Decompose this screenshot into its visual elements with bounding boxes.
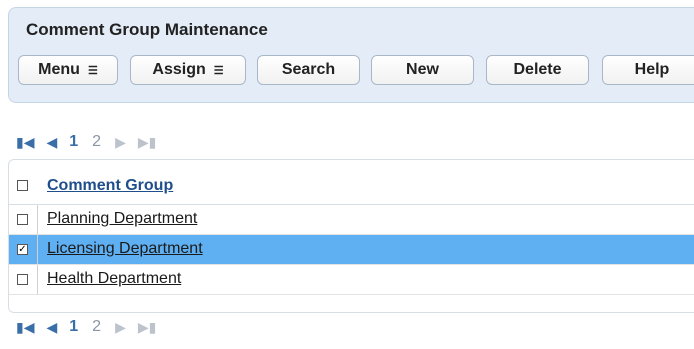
- new-button[interactable]: New: [371, 55, 474, 85]
- row-checkbox-checked[interactable]: ✓: [17, 244, 28, 255]
- column-divider: [37, 235, 38, 264]
- last-page-icon[interactable]: ▶▮: [138, 319, 156, 336]
- pager-top: ▮◀ ◀ 1 2 ▶ ▶▮: [16, 132, 168, 152]
- page-link-2[interactable]: 2: [92, 133, 101, 151]
- dropdown-icon: ☰: [87, 65, 98, 77]
- column-divider: [37, 205, 38, 234]
- assign-button[interactable]: Assign ☰: [130, 55, 246, 85]
- current-page: 1: [69, 318, 79, 335]
- table-row-selected[interactable]: ✓ Licensing Department: [9, 235, 694, 265]
- dropdown-icon: ☰: [213, 65, 224, 77]
- row-checkbox[interactable]: [17, 214, 28, 225]
- prev-page-icon[interactable]: ◀: [46, 319, 57, 336]
- select-all-checkbox[interactable]: [17, 180, 28, 191]
- row-label-link[interactable]: Health Department: [47, 270, 181, 288]
- comment-group-column-header[interactable]: Comment Group: [47, 177, 173, 195]
- first-page-icon[interactable]: ▮◀: [16, 134, 34, 151]
- prev-page-icon[interactable]: ◀: [46, 134, 57, 151]
- menu-button-label: Menu: [38, 61, 80, 78]
- table-row[interactable]: Health Department: [9, 265, 694, 295]
- row-label-link[interactable]: Planning Department: [47, 210, 197, 228]
- first-page-icon[interactable]: ▮◀: [16, 319, 34, 336]
- help-button[interactable]: Help: [602, 55, 694, 85]
- table-row[interactable]: Planning Department: [9, 205, 694, 235]
- column-divider: [37, 265, 38, 294]
- menu-button[interactable]: Menu ☰: [18, 55, 118, 85]
- delete-button[interactable]: Delete: [486, 55, 589, 85]
- search-button[interactable]: Search: [257, 55, 360, 85]
- next-page-icon[interactable]: ▶: [115, 319, 126, 336]
- row-label-link[interactable]: Licensing Department: [47, 240, 203, 258]
- pager-bottom: ▮◀ ◀ 1 2 ▶ ▶▮: [16, 317, 168, 337]
- table-header: Comment Group: [9, 168, 694, 205]
- next-page-icon[interactable]: ▶: [115, 134, 126, 151]
- comment-group-table: Comment Group Planning Department ✓ Lice…: [8, 159, 694, 313]
- current-page: 1: [69, 133, 79, 150]
- last-page-icon[interactable]: ▶▮: [138, 134, 156, 151]
- row-checkbox[interactable]: [17, 274, 28, 285]
- page-title: Comment Group Maintenance: [26, 20, 268, 39]
- page-link-2[interactable]: 2: [92, 318, 101, 336]
- assign-button-label: Assign: [152, 61, 206, 78]
